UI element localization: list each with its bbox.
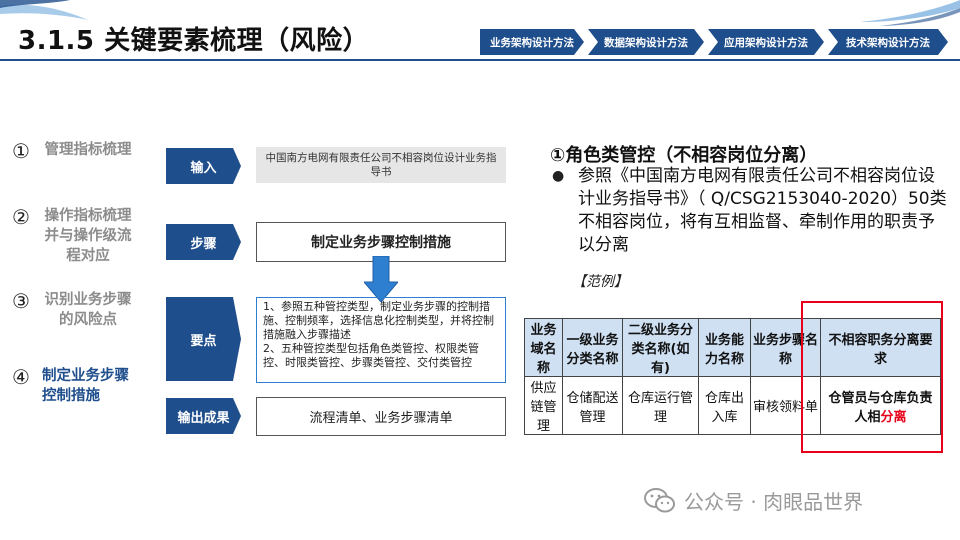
- corner-swoosh-right: [860, 0, 960, 26]
- step-number: ③: [12, 289, 30, 313]
- table-header-cell: 业务能力名称: [698, 318, 751, 377]
- table-header-cell: 业务域名称: [524, 318, 563, 377]
- watermark-text: 公众号 · 肉眼品世界: [684, 490, 864, 514]
- step-tag: 步骤: [166, 224, 241, 260]
- nav-tab-tech-arch[interactable]: 技术架构设计方法: [828, 29, 948, 55]
- step-number: ①: [12, 139, 30, 163]
- nav-tab-app-arch[interactable]: 应用架构设计方法: [708, 29, 824, 55]
- input-tag: 输入: [166, 148, 241, 184]
- point-line-2: 2、五种管控类型包括角色类管控、权限类管控、时限类管控、步骤类管控、交付类管控: [263, 342, 479, 369]
- watermark: 公众号 · 肉眼品世界: [644, 486, 863, 515]
- step-item-1: ① 管理指标梳理: [12, 140, 142, 162]
- output-tag: 输出成果: [166, 398, 241, 434]
- step-label: 识别业务步骤的风险点: [44, 292, 132, 328]
- step-item-4: ④ 制定业务步骤控制措施: [12, 366, 142, 406]
- output-box: 流程清单、业务步骤清单: [256, 397, 506, 436]
- step-label: 制定业务步骤控制措施: [42, 368, 129, 404]
- input-box: 中国南方电网有限责任公司不相容岗位设计业务指导书: [256, 147, 506, 183]
- table-cell: 仓储配送管理: [562, 376, 623, 435]
- step-item-2: ② 操作指标梳理并与操作级流程对应: [12, 206, 142, 266]
- table-header-cell: 一级业务分类名称: [562, 318, 623, 377]
- bullet-text: 参照《中国南方电网有限责任公司不相容岗位设计业务指导书》（ Q/CSG21530…: [578, 166, 947, 255]
- step-item-3: ③ 识别业务步骤的风险点: [12, 290, 142, 330]
- title-divider: [0, 59, 960, 61]
- point-line-1: 1、参照五种管控类型，制定业务步骤的控制措施、控制频率，选择信息化控制类型，并将…: [263, 300, 494, 341]
- points-tag: 要点: [166, 297, 241, 381]
- table-cell: 仓库运行管理: [622, 376, 699, 435]
- section-heading: ①角色类管控（不相容岗位分离）: [550, 145, 818, 166]
- nav-tab-data-arch[interactable]: 数据架构设计方法: [588, 29, 704, 55]
- nav-tab-business-arch[interactable]: 业务架构设计方法: [480, 29, 584, 55]
- table-header-cell: 二级业务分类名称(如有): [622, 318, 699, 377]
- method-nav: 业务架构设计方法 数据架构设计方法 应用架构设计方法 技术架构设计方法: [480, 29, 948, 55]
- bullet-item: ● 参照《中国南方电网有限责任公司不相容岗位设计业务指导书》（ Q/CSG215…: [552, 165, 948, 257]
- step-label: 操作指标梳理并与操作级流程对应: [44, 208, 132, 264]
- page-title: 3.1.5 关键要素梳理（风险）: [18, 26, 370, 56]
- wechat-icon: [644, 487, 675, 512]
- down-arrow-icon: [364, 256, 398, 302]
- bullet-dot-icon: ●: [552, 168, 565, 184]
- step-number: ②: [12, 205, 30, 229]
- step-label: 管理指标梳理: [44, 142, 132, 158]
- points-box: 1、参照五种管控类型，制定业务步骤的控制措施、控制频率，选择信息化控制类型，并将…: [256, 297, 506, 383]
- table-cell: 仓库出入库: [698, 376, 751, 435]
- step-number: ④: [12, 365, 30, 389]
- example-label: 【范例】: [572, 274, 628, 290]
- table-cell: 供应链管理: [524, 376, 563, 435]
- highlight-frame: [801, 301, 943, 453]
